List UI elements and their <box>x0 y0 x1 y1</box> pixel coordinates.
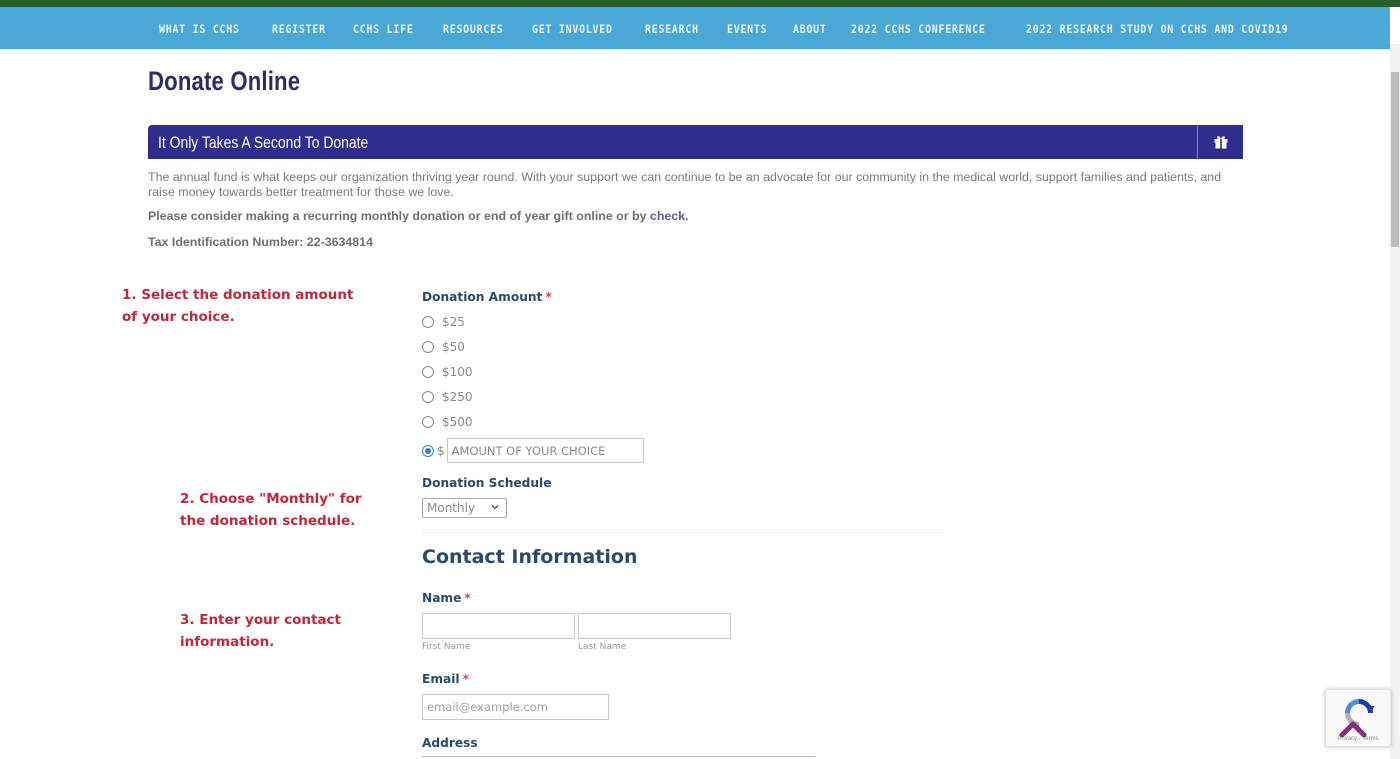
tax-id: Tax Identification Number: 22-3634814 <box>148 235 373 249</box>
required-mark: * <box>462 672 469 686</box>
required-mark: * <box>464 591 471 605</box>
custom-amount-input[interactable] <box>446 438 644 463</box>
email-label-text: Email <box>422 672 460 686</box>
page-title: Donate Online <box>148 66 301 96</box>
amount-option-label: $500 <box>442 415 473 429</box>
radio-button[interactable] <box>422 366 434 378</box>
nav-item-register[interactable]: REGISTER <box>272 22 326 36</box>
nav-list: WHAT IS CCHS REGISTER CCHS LIFE RESOURCE… <box>159 7 1332 50</box>
nav-item-events[interactable]: EVENTS <box>727 22 767 36</box>
amount-option-250[interactable]: $250 <box>422 390 473 404</box>
donation-schedule-value: Monthly <box>427 501 476 515</box>
name-label-text: Name <box>422 591 462 605</box>
first-name-input[interactable] <box>422 613 575 639</box>
nav-item-2022-research-study[interactable]: 2022 RESEARCH STUDY ON CCHS AND COVID19 <box>1026 22 1288 36</box>
amount-option-label: $50 <box>442 340 465 354</box>
donation-schedule-select[interactable]: Monthly <box>422 498 507 518</box>
donation-amount-label-text: Donation Amount <box>422 290 543 304</box>
radio-button-selected[interactable] <box>422 444 434 457</box>
nav-item-get-involved[interactable]: GET INVOLVED <box>532 22 613 36</box>
instruction-step-3: 3. Enter your contact information. <box>180 612 341 650</box>
nav-item-2022-conference[interactable]: 2022 CCHS CONFERENCE <box>851 22 986 36</box>
amount-option-500[interactable]: $500 <box>422 415 473 429</box>
name-label: Name * <box>422 591 471 605</box>
amount-option-custom[interactable]: $ <box>422 438 644 463</box>
dollar-prefix: $ <box>437 443 445 458</box>
chevron-down-icon <box>491 505 499 510</box>
panel-title: It Only Takes A Second To Donate <box>158 133 369 152</box>
nav-item-about[interactable]: ABOUT <box>793 22 827 36</box>
page-scrollbar[interactable] <box>1390 50 1400 759</box>
nav-item-what-is-cchs[interactable]: WHAT IS CCHS <box>159 22 240 36</box>
nav-item-resources[interactable]: RESOURCES <box>443 22 504 36</box>
first-name-sublabel: First Name <box>422 642 471 652</box>
amount-option-50[interactable]: $50 <box>422 340 465 354</box>
back-to-top-icon[interactable] <box>1339 718 1367 738</box>
section-divider <box>422 532 944 533</box>
intro-paragraph: The annual fund is what keeps our organi… <box>148 170 1222 199</box>
donate-panel-header: It Only Takes A Second To Donate <box>148 125 1243 159</box>
donation-amount-label: Donation Amount * <box>422 290 552 304</box>
address-label: Address <box>422 736 478 750</box>
cta-text: Please consider making a recurring month… <box>148 209 650 223</box>
radio-button[interactable] <box>422 391 434 403</box>
required-mark: * <box>545 290 552 304</box>
radio-button[interactable] <box>422 316 434 328</box>
instruction-step-2: 2. Choose "Monthly" for the donation sch… <box>180 491 362 529</box>
radio-button[interactable] <box>422 341 434 353</box>
main-navigation: WHAT IS CCHS REGISTER CCHS LIFE RESOURCE… <box>0 7 1390 50</box>
email-label: Email * <box>422 672 469 686</box>
last-name-input[interactable] <box>578 613 731 639</box>
email-input[interactable] <box>422 694 609 720</box>
donation-schedule-label: Donation Schedule <box>422 476 552 490</box>
scrollbar-thumb[interactable] <box>1391 72 1399 247</box>
last-name-sublabel: Last Name <box>578 642 627 652</box>
check-link[interactable]: check. <box>650 209 689 223</box>
amount-option-25[interactable]: $25 <box>422 315 465 329</box>
amount-option-label: $100 <box>442 365 473 379</box>
donation-cta: Please consider making a recurring month… <box>148 209 689 223</box>
top-accent-strip <box>0 0 1400 7</box>
radio-button[interactable] <box>422 416 434 428</box>
amount-option-label: $25 <box>442 315 465 329</box>
instruction-step-1: 1. Select the donation amount of your ch… <box>122 287 354 325</box>
amount-option-100[interactable]: $100 <box>422 365 473 379</box>
nav-item-research[interactable]: RESEARCH <box>645 22 699 36</box>
amount-option-label: $250 <box>442 390 473 404</box>
gift-icon <box>1214 136 1227 149</box>
nav-item-cchs-life[interactable]: CCHS LIFE <box>353 22 414 36</box>
gift-button[interactable] <box>1197 125 1243 159</box>
contact-information-heading: Contact Information <box>422 546 638 568</box>
